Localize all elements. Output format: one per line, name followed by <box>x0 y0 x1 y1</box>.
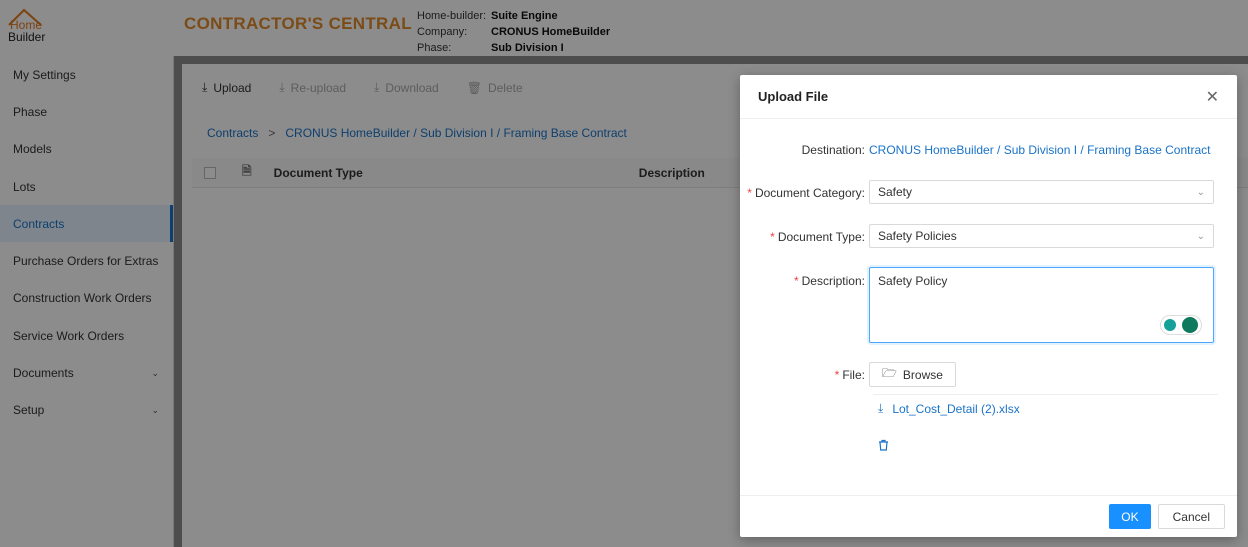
upload-file-dialog: Upload File ✕ Destination: CRONUS HomeBu… <box>740 75 1237 537</box>
dialog-footer: OK Cancel <box>740 495 1237 537</box>
divider <box>873 394 1218 395</box>
file-row: * File: 🗁 Browse <box>740 362 1237 387</box>
close-icon[interactable]: ✕ <box>1206 87 1219 107</box>
destination-row: Destination: CRONUS HomeBuilder / Sub Di… <box>740 143 1237 157</box>
cancel-button[interactable]: Cancel <box>1157 504 1225 529</box>
description-label: * Description: <box>793 274 865 288</box>
download-icon[interactable]: ⤓ <box>878 401 883 416</box>
grammarly-widget[interactable] <box>1160 315 1202 335</box>
dialog-header: Upload File ✕ <box>740 75 1237 119</box>
file-label: * File: <box>834 368 865 382</box>
category-label: * Document Category: <box>747 186 865 200</box>
browse-label: Browse <box>902 367 943 382</box>
destination-value[interactable]: CRONUS HomeBuilder / Sub Division I / Fr… <box>869 143 1210 157</box>
document-category-value: Safety <box>878 185 913 199</box>
dialog-title: Upload File <box>758 89 829 104</box>
browse-button[interactable]: 🗁 Browse <box>869 362 956 387</box>
ok-button[interactable]: OK <box>1109 504 1151 529</box>
document-category-select[interactable]: Safety ⌄ <box>869 180 1214 204</box>
chevron-down-icon: ⌄ <box>1196 230 1205 242</box>
lightbulb-icon <box>1164 319 1176 331</box>
description-textarea[interactable]: Safety Policy <box>869 267 1214 343</box>
category-row: * Document Category: Safety ⌄ <box>740 180 1237 204</box>
uploaded-file: ⤓ Lot_Cost_Detail (2).xlsx <box>878 401 1020 416</box>
type-row: * Document Type: Safety Policies ⌄ <box>740 224 1237 248</box>
folder-open-icon: 🗁 <box>882 366 897 380</box>
document-type-select[interactable]: Safety Policies ⌄ <box>869 224 1214 248</box>
description-value: Safety Policy <box>878 274 948 288</box>
destination-label: Destination: <box>801 143 865 157</box>
grammarly-icon <box>1182 317 1198 333</box>
trash-icon[interactable] <box>878 439 889 454</box>
uploaded-file-name[interactable]: Lot_Cost_Detail (2).xlsx <box>892 402 1019 416</box>
document-type-value: Safety Policies <box>878 229 957 243</box>
type-label: * Document Type: <box>770 230 865 244</box>
description-row: * Description: Safety Policy <box>740 267 1237 343</box>
chevron-down-icon: ⌄ <box>1196 186 1205 198</box>
